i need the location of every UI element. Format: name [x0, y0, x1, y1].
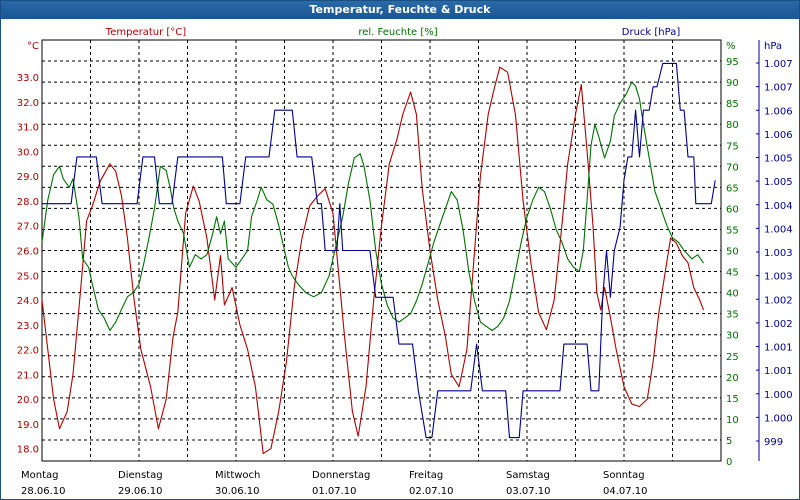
x-date-label: 29.06.10 — [118, 486, 163, 497]
pressure-tick-label: 1.006 — [764, 130, 793, 141]
pressure-tick-label: 1.003 — [764, 248, 793, 259]
humidity-tick-label: 40 — [726, 289, 739, 300]
humidity-tick-label: 95 — [726, 57, 739, 68]
humidity-tick-label: 20 — [726, 373, 739, 384]
temperature-tick-label: 20.0 — [17, 395, 39, 406]
temperature-tick-label: 19.0 — [17, 420, 39, 431]
pressure-tick-label: 999 — [764, 437, 783, 448]
temperature-tick-label: 24.0 — [17, 296, 39, 307]
temperature-tick-label: 28.0 — [17, 197, 39, 208]
legend-humidity: rel. Feuchte [%] — [358, 27, 437, 38]
pressure-tick-label: 1.000 — [764, 413, 793, 424]
humidity-tick-label: 90 — [726, 78, 739, 89]
temperature-tick-label: 27.0 — [17, 222, 39, 233]
pressure-tick-label: 1.007 — [764, 59, 793, 70]
x-day-label: Donnerstag — [312, 470, 370, 481]
humidity-tick-label: 35 — [726, 310, 739, 321]
humidity-tick-label: 15 — [726, 394, 739, 405]
humidity-tick-label: 75 — [726, 141, 739, 152]
pressure-tick-label: 1.002 — [764, 319, 793, 330]
pressure-tick-label: 1.004 — [764, 201, 793, 212]
x-date-label: 30.06.10 — [215, 486, 260, 497]
x-day-label: Dienstag — [118, 470, 163, 481]
pressure-tick-label: 1.001 — [764, 366, 793, 377]
pressure-tick-label: 1.005 — [764, 177, 793, 188]
humidity-tick-label: 30 — [726, 331, 739, 342]
pressure-tick-label: 1.006 — [764, 106, 793, 117]
humidity-tick-label: 65 — [726, 183, 739, 194]
humidity-tick-label: 0 — [726, 457, 732, 468]
pressure-tick-label: 1.004 — [764, 224, 793, 235]
temperature-tick-label: 18.0 — [17, 445, 39, 456]
temperature-tick-label: 21.0 — [17, 370, 39, 381]
temperature-tick-label: 23.0 — [17, 321, 39, 332]
legend-pressure: Druck [hPa] — [622, 27, 681, 38]
humidity-tick-label: 70 — [726, 162, 739, 173]
temperature-tick-label: 30.0 — [17, 147, 39, 158]
humidity-tick-label: 10 — [726, 415, 739, 426]
humidity-tick-label: 85 — [726, 99, 739, 110]
x-day-label: Sonntag — [603, 470, 645, 481]
humidity-tick-label: 45 — [726, 268, 739, 279]
x-date-label: 01.07.10 — [312, 486, 357, 497]
x-day-label: Mittwoch — [215, 470, 260, 481]
x-date-label: 03.07.10 — [506, 486, 551, 497]
temperature-tick-label: 33.0 — [17, 73, 39, 84]
humidity-tick-label: 5 — [726, 436, 732, 447]
temperature-tick-label: 22.0 — [17, 346, 39, 357]
chart-svg: 33.0 32.0 31.0 30.0 29.0 28.0 27.0 26.0 25.0 24.0… — [17, 27, 793, 497]
x-day-label: Freitag — [409, 470, 443, 481]
temperature-tick-label: 32.0 — [17, 98, 39, 109]
humidity-tick-label: 80 — [726, 120, 739, 131]
legend-temperature: Temperatur [°C] — [105, 27, 186, 38]
humidity-tick-label: 60 — [726, 204, 739, 215]
humidity-tick-label: 25 — [726, 352, 739, 363]
pressure-tick-label: 1.007 — [764, 83, 793, 94]
temperature-tick-label: 29.0 — [17, 172, 39, 183]
temperature-tick-label: 26.0 — [17, 247, 39, 258]
humidity-tick-label: 55 — [726, 225, 739, 236]
humidity-series-line — [41, 81, 704, 332]
pressure-unit-label: hPa — [764, 41, 782, 52]
temperature-tick-label: 25.0 — [17, 271, 39, 282]
pressure-tick-label: 1.000 — [764, 390, 793, 401]
pressure-tick-label: 1.002 — [764, 295, 793, 306]
temperature-tick-label: 31.0 — [17, 123, 39, 134]
x-date-label: 28.06.10 — [21, 486, 66, 497]
humidity-unit-label: % — [726, 41, 736, 52]
pressure-tick-label: 1.003 — [764, 272, 793, 283]
x-date-label: 02.07.10 — [409, 486, 454, 497]
x-day-label: Montag — [21, 470, 58, 481]
pressure-tick-label: 1.001 — [764, 343, 793, 354]
chart-window: Temperatur, Feuchte & Druck 33.0 32.0 31.0… — [0, 0, 800, 500]
temperature-unit-label: °C — [27, 41, 39, 52]
temperature-series-line — [41, 66, 705, 455]
pressure-tick-label: 1.005 — [764, 154, 793, 165]
humidity-tick-label: 50 — [726, 247, 739, 258]
x-day-label: Samstag — [506, 470, 550, 481]
x-date-label: 04.07.10 — [603, 486, 648, 497]
